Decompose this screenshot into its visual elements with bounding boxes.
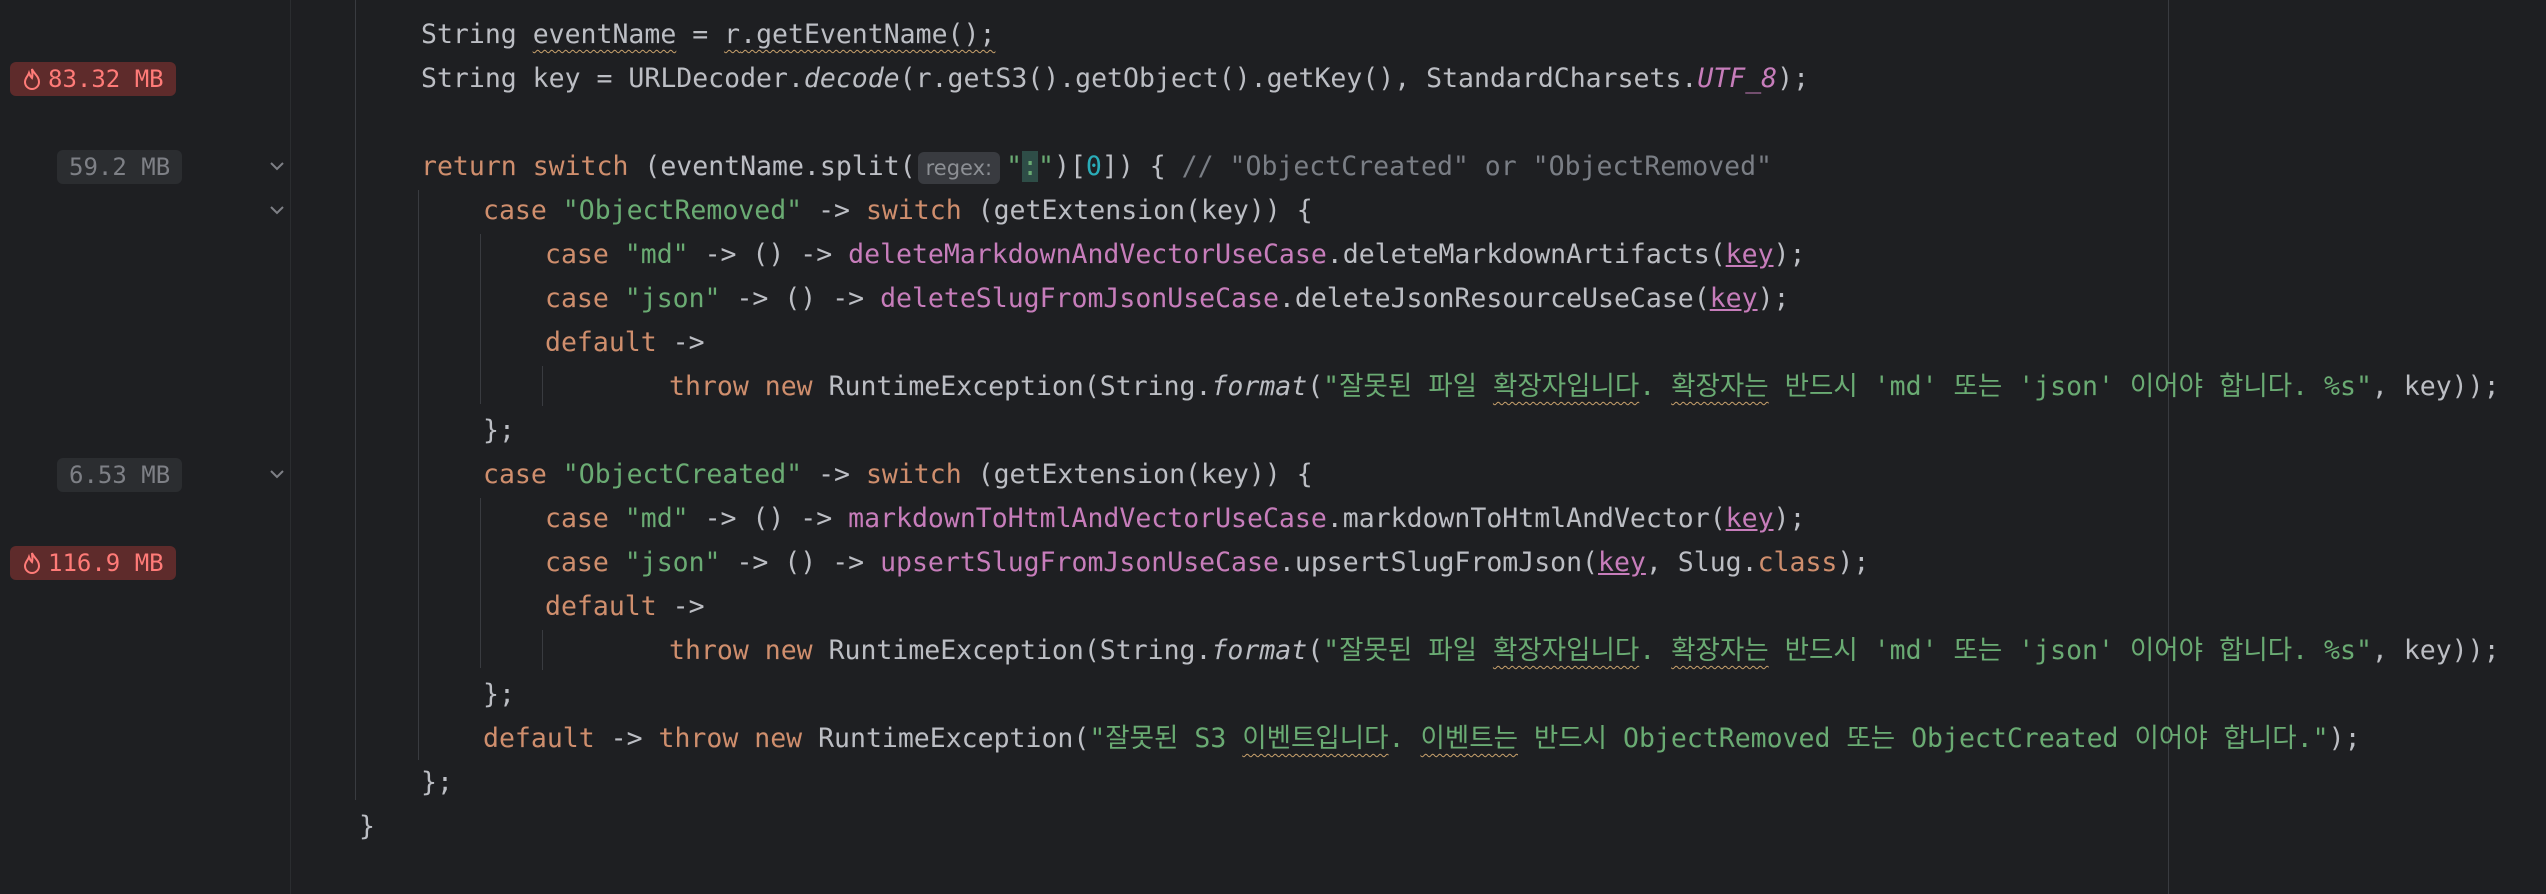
flame-icon xyxy=(23,68,41,90)
code-line: default -> xyxy=(545,327,705,358)
parameter-hint: regex: xyxy=(917,151,1001,184)
code-line: String key = URLDecoder.decode(r.getS3()… xyxy=(421,63,1810,94)
fold-chevron-icon[interactable] xyxy=(268,201,286,219)
indent-guide xyxy=(542,630,543,670)
code-line: throw new RuntimeException(String.format… xyxy=(669,371,2500,402)
fold-chevron-icon[interactable] xyxy=(268,157,286,175)
code-line: case "json" -> () -> upsertSlugFromJsonU… xyxy=(545,547,1870,578)
code-editor[interactable]: String eventName = r.getEventName(); Str… xyxy=(291,0,2546,894)
code-line: default -> xyxy=(545,591,705,622)
indent-guide xyxy=(418,190,419,760)
indent-guide xyxy=(542,366,543,406)
memory-badge[interactable]: 59.2 MB xyxy=(57,150,183,184)
code-line: }; xyxy=(421,767,453,798)
editor-gutter: 83.32 MB 59.2 MB 6.53 MB 116.9 MB xyxy=(0,0,290,894)
code-line: default -> throw new RuntimeException("잘… xyxy=(483,723,2361,754)
indent-guide xyxy=(355,0,356,800)
code-line: case "ObjectRemoved" -> switch (getExten… xyxy=(483,195,1313,226)
memory-badge-hot[interactable]: 116.9 MB xyxy=(10,546,176,580)
memory-badge-label: 6.53 MB xyxy=(69,461,171,489)
memory-badge-label: 83.32 MB xyxy=(48,65,164,93)
code-line: return switch (eventName.split(regex: ":"… xyxy=(421,151,1772,184)
code-line: } xyxy=(359,811,375,842)
code-line: case "md" -> () -> deleteMarkdownAndVect… xyxy=(545,239,1806,270)
indent-guide xyxy=(480,234,481,404)
memory-badge-label: 116.9 MB xyxy=(48,549,164,577)
memory-badge-label: 59.2 MB xyxy=(69,153,171,181)
indent-guide xyxy=(480,498,481,668)
code-line: String eventName = r.getEventName(); xyxy=(421,19,996,50)
code-line: case "ObjectCreated" -> switch (getExten… xyxy=(483,459,1313,490)
flame-icon xyxy=(23,552,41,574)
code-line: throw new RuntimeException(String.format… xyxy=(669,635,2500,666)
fold-chevron-icon[interactable] xyxy=(268,465,286,483)
memory-badge[interactable]: 6.53 MB xyxy=(57,458,183,492)
code-line: case "md" -> () -> markdownToHtmlAndVect… xyxy=(545,503,1806,534)
code-line: case "json" -> () -> deleteSlugFromJsonU… xyxy=(545,283,1790,314)
code-line: }; xyxy=(483,679,515,710)
memory-badge-hot[interactable]: 83.32 MB xyxy=(10,62,176,96)
code-line: }; xyxy=(483,415,515,446)
